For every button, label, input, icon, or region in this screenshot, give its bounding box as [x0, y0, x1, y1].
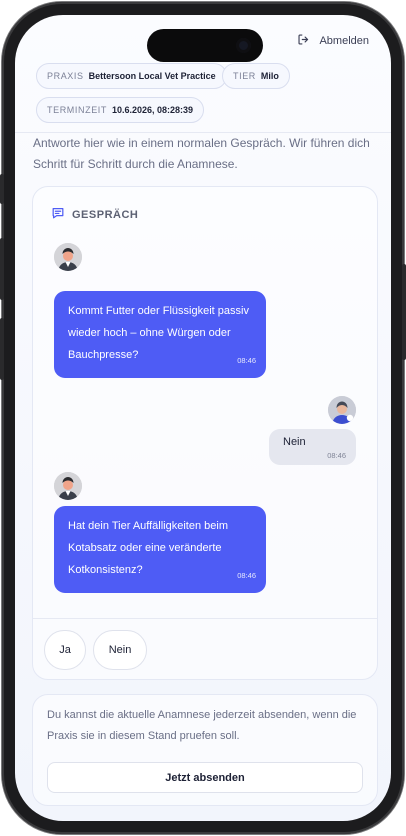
submit-button[interactable]: Jetzt absenden — [47, 762, 363, 793]
tier-chip: TIER Milo — [222, 63, 290, 89]
answer-no-button[interactable]: Nein — [93, 630, 147, 670]
submit-hint: Du kannst die aktuelle Anamnese jederzei… — [47, 709, 357, 742]
message-text: Kommt Futter oder Flüssigkeit passiv wie… — [68, 305, 249, 361]
message-text: Hat dein Tier Auffälligkeiten beim Kotab… — [68, 520, 228, 576]
message-time: 08:46 — [327, 451, 346, 460]
message-time: 08:46 — [237, 571, 256, 580]
conversation-title: GESPRÄCH — [72, 208, 139, 221]
camera-icon — [236, 38, 251, 53]
assistant-avatar — [54, 243, 82, 271]
tier-value: Milo — [260, 71, 279, 81]
user-message: Nein 08:46 — [269, 429, 356, 465]
volume-down-button — [0, 318, 4, 380]
logout-label: Abmelden — [319, 35, 369, 47]
screen: Abmelden PRAXIS Bettersoon Local Vet Pra… — [15, 15, 391, 821]
user-avatar — [328, 396, 356, 424]
praxis-value: Bettersoon Local Vet Practice — [88, 71, 216, 81]
message-time: 08:46 — [237, 356, 256, 365]
time-value: 10.6.2026, 08:28:39 — [112, 105, 194, 115]
logout-button[interactable]: Abmelden — [297, 33, 369, 49]
intro-text: Antworte hier wie in einem normalen Gesp… — [33, 136, 370, 171]
praxis-chip: PRAXIS Bettersoon Local Vet Practice — [36, 63, 227, 89]
dynamic-island — [147, 29, 263, 62]
assistant-avatar — [54, 472, 82, 500]
power-button — [402, 264, 406, 360]
chat-icon — [51, 206, 65, 223]
time-chip: TERMINZEIT 10.6.2026, 08:28:39 — [36, 97, 205, 123]
conversation-card: GESPRÄCH Kommt Futter oder Flüssigkeit p… — [32, 186, 378, 680]
message-text: Nein — [283, 436, 306, 448]
answer-yes-button[interactable]: Ja — [44, 630, 86, 670]
conversation-header: GESPRÄCH — [51, 206, 138, 223]
logout-icon — [297, 33, 310, 49]
answers-divider — [33, 618, 377, 619]
phone-frame: Abmelden PRAXIS Bettersoon Local Vet Pra… — [0, 2, 406, 834]
action-button — [0, 174, 4, 204]
time-key: TERMINZEIT — [47, 105, 107, 115]
assistant-message: Kommt Futter oder Flüssigkeit passiv wie… — [54, 291, 266, 378]
assistant-message: Hat dein Tier Auffälligkeiten beim Kotab… — [54, 506, 266, 593]
volume-up-button — [0, 238, 4, 300]
submit-card: Du kannst die aktuelle Anamnese jederzei… — [32, 694, 378, 806]
praxis-key: PRAXIS — [47, 71, 84, 81]
tier-key: TIER — [233, 71, 256, 81]
